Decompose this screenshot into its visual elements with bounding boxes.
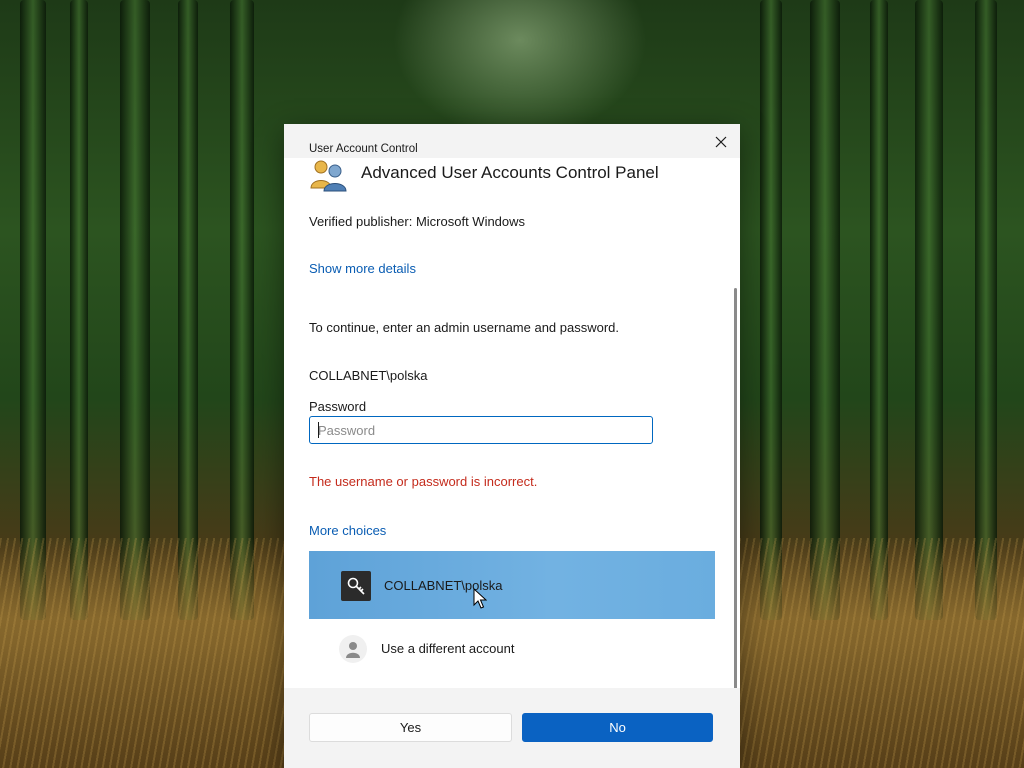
- bamboo-stalk: [870, 0, 888, 620]
- publisher-text: Verified publisher: Microsoft Windows: [309, 214, 526, 229]
- key-icon: [341, 571, 371, 601]
- bamboo-stalk: [178, 0, 198, 620]
- desktop-background: User Account Control Advanced User Accou…: [0, 0, 1024, 768]
- password-label: Password: [309, 399, 367, 414]
- username-text: COLLABNET\polska: [309, 368, 428, 383]
- password-input[interactable]: [309, 416, 653, 444]
- bamboo-stalk: [915, 0, 943, 620]
- title-bar: User Account Control: [284, 124, 740, 158]
- error-message: The username or password is incorrect.: [309, 474, 538, 489]
- window-title: User Account Control: [309, 143, 418, 155]
- person-icon: [339, 635, 367, 663]
- uac-dialog: User Account Control Advanced User Accou…: [284, 124, 740, 768]
- account-label: Use a different account: [381, 641, 515, 656]
- bamboo-stalk: [120, 0, 150, 620]
- close-button[interactable]: [708, 130, 734, 154]
- bamboo-stalk: [810, 0, 840, 620]
- bamboo-stalk: [70, 0, 88, 620]
- account-option-different[interactable]: Use a different account: [309, 621, 715, 689]
- bamboo-stalk: [230, 0, 254, 620]
- dialog-footer: Yes No: [284, 688, 740, 768]
- bamboo-stalk: [20, 0, 46, 620]
- account-option-collabnet[interactable]: COLLABNET\polska: [309, 551, 715, 619]
- dialog-content: Advanced User Accounts Control Panel Ver…: [284, 158, 740, 704]
- no-button[interactable]: No: [522, 713, 713, 742]
- mouse-pointer-icon: [473, 588, 487, 609]
- more-choices-link[interactable]: More choices: [309, 523, 386, 538]
- scrollbar[interactable]: [734, 288, 737, 704]
- app-name: Advanced User Accounts Control Panel: [361, 163, 659, 182]
- close-icon: [715, 136, 727, 148]
- user-accounts-icon: [310, 160, 347, 192]
- text-caret: [318, 422, 319, 438]
- yes-button[interactable]: Yes: [309, 713, 512, 742]
- bamboo-stalk: [760, 0, 782, 620]
- instruction-text: To continue, enter an admin username and…: [309, 320, 620, 335]
- bamboo-stalk: [975, 0, 997, 620]
- show-more-details-link[interactable]: Show more details: [309, 261, 416, 276]
